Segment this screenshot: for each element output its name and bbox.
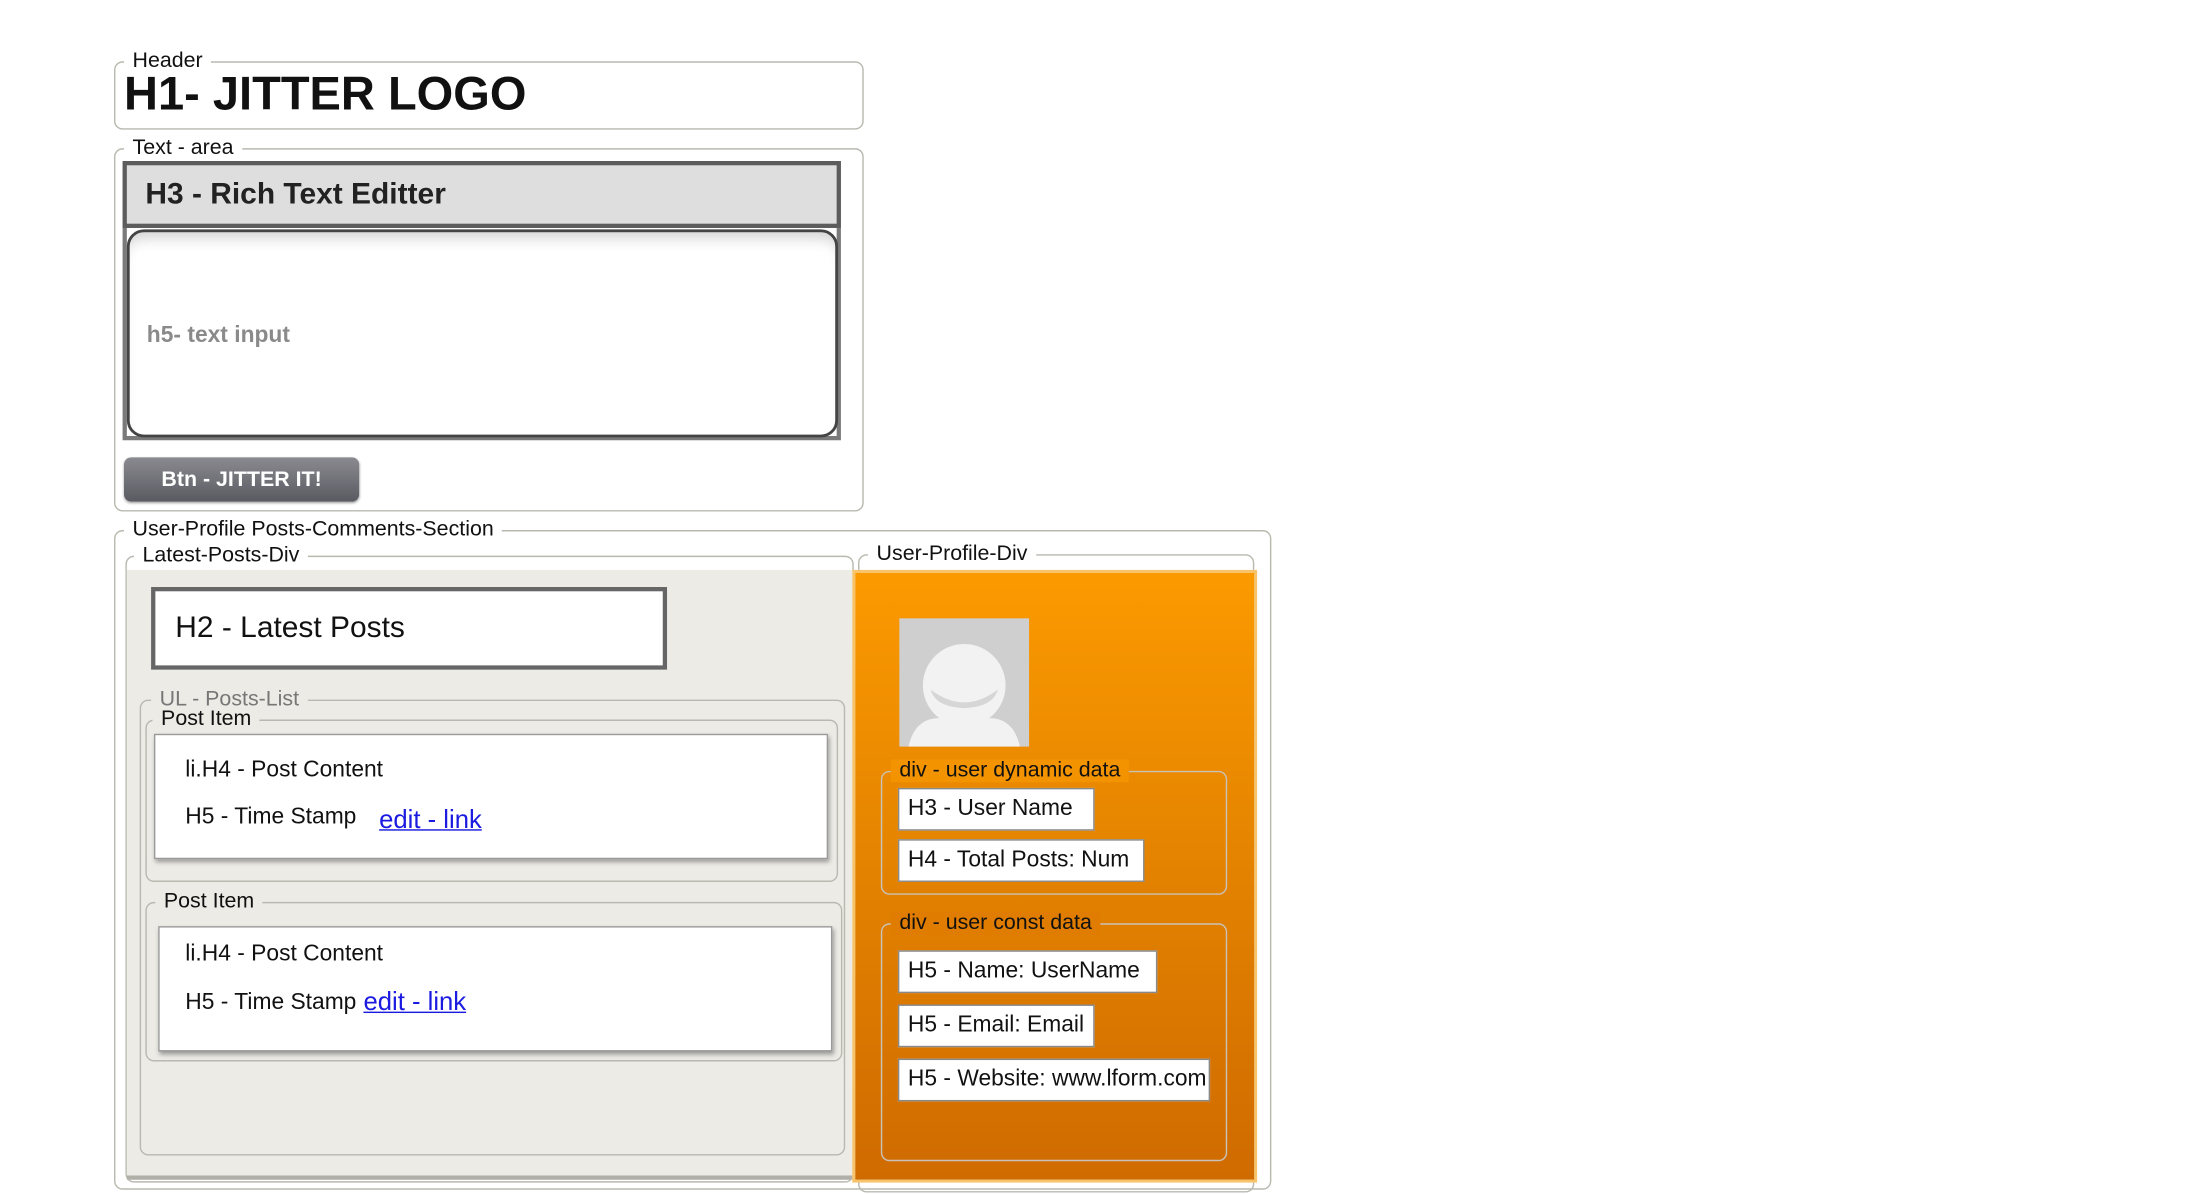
section-legend: User-Profile Posts-Comments-Section	[124, 518, 503, 542]
latest-posts-legend: Latest-Posts-Div	[133, 544, 308, 568]
text-area-legend: Text - area	[124, 136, 243, 160]
edit-link[interactable]: edit - link	[379, 805, 482, 835]
user-website: H5 - Website: www.lform.com	[897, 1058, 1211, 1102]
post-content: li.H4 - Post Content	[185, 941, 384, 967]
site-logo: H1- JITTER LOGO	[124, 66, 527, 120]
const-data-legend: div - user const data	[890, 911, 1101, 935]
user-avatar-icon	[899, 618, 1030, 747]
total-posts: H4 - Total Posts: Num	[897, 839, 1145, 882]
user-full-name: H5 - Name: UserName	[897, 950, 1158, 994]
post-text-input[interactable]: h5- text input	[126, 229, 839, 438]
post-item-legend: Post Item	[155, 890, 263, 914]
input-placeholder: h5- text input	[146, 323, 290, 348]
jitter-it-button[interactable]: Btn - JITTER IT!	[124, 457, 360, 502]
avatar	[899, 618, 1030, 747]
latest-posts-heading: H2 - Latest Posts	[151, 587, 668, 670]
post-item-legend: Post Item	[152, 707, 260, 731]
post-timestamp: H5 - Time Stamp	[185, 990, 357, 1015]
user-profile-legend: User-Profile-Div	[868, 542, 1036, 566]
user-email: H5 - Email: Email	[897, 1004, 1095, 1048]
post-content: li.H4 - Post Content	[185, 757, 384, 783]
dynamic-data-legend: div - user dynamic data	[890, 759, 1129, 783]
editor-title: H3 - Rich Text Editter	[122, 161, 841, 228]
user-name: H3 - User Name	[897, 787, 1095, 831]
edit-link[interactable]: edit - link	[363, 987, 466, 1017]
post-card	[153, 733, 829, 860]
post-timestamp: H5 - Time Stamp	[185, 805, 357, 830]
